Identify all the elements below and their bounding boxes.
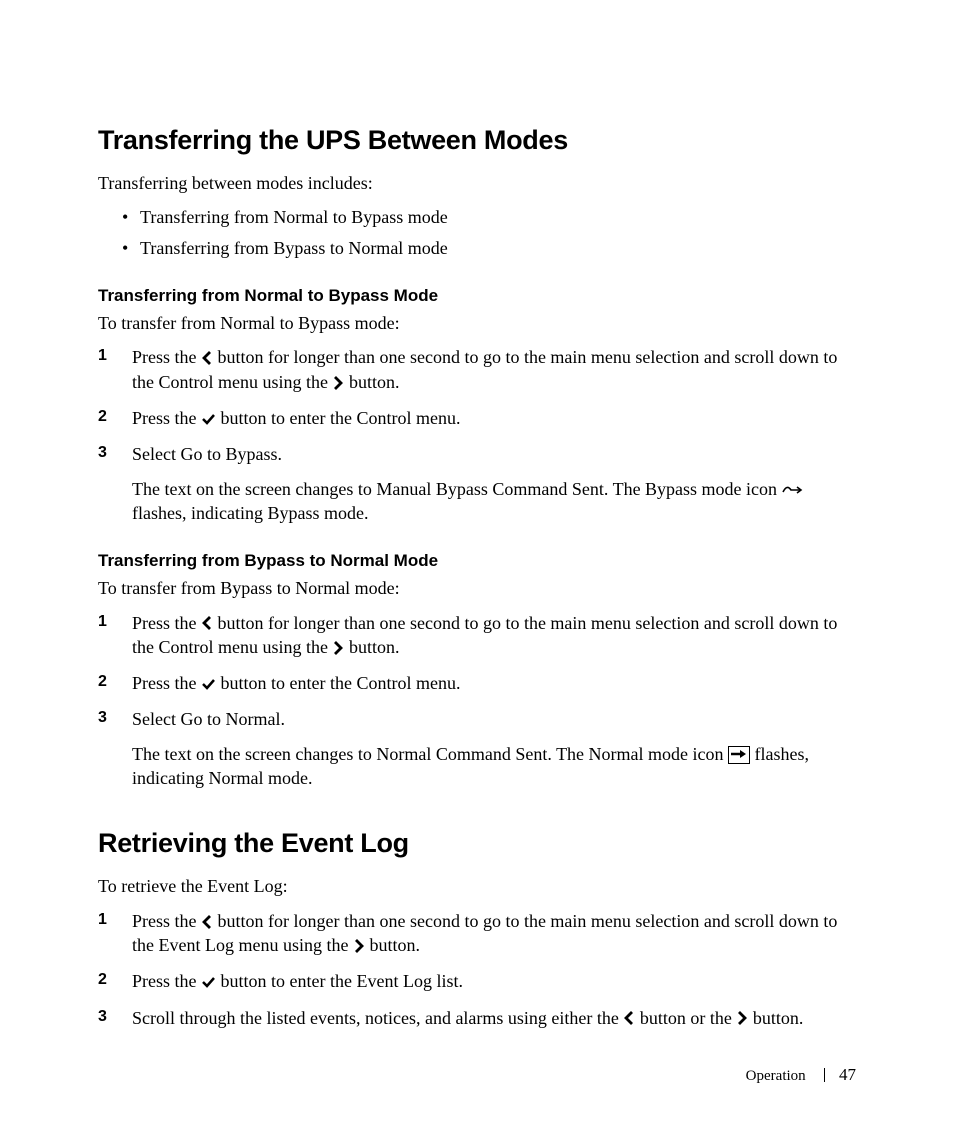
intro-transferring: Transferring between modes includes:: [98, 172, 856, 195]
step-text: Select Go to Bypass.: [132, 444, 282, 464]
footer-page-number: 47: [839, 1065, 856, 1084]
bullet-item: Transferring from Bypass to Normal mode: [140, 236, 856, 260]
left-arrow-icon: [201, 915, 213, 929]
step-item: Press the button for longer than one sec…: [98, 909, 856, 958]
heading-event-log: Retrieving the Event Log: [98, 828, 856, 859]
step-text: Press the: [132, 347, 201, 367]
step-text: button for longer than one second to go …: [132, 911, 837, 955]
heading-transferring: Transferring the UPS Between Modes: [98, 125, 856, 156]
check-icon: [201, 975, 216, 989]
page-footer: Operation 47: [746, 1065, 856, 1085]
step-text: Press the: [132, 408, 201, 428]
step-text: button.: [344, 637, 399, 657]
step-text: Scroll through the listed events, notice…: [132, 1008, 623, 1028]
step-text: The text on the screen changes to Normal…: [132, 744, 728, 764]
right-arrow-icon: [332, 641, 344, 655]
left-arrow-icon: [623, 1011, 635, 1025]
step-text: button.: [365, 935, 420, 955]
step-text: Press the: [132, 911, 201, 931]
step-item: Select Go to Bypass. The text on the scr…: [98, 442, 856, 525]
step-subtext: The text on the screen changes to Normal…: [132, 742, 856, 791]
step-text: Select Go to Normal.: [132, 709, 285, 729]
step-text: Press the: [132, 673, 201, 693]
step-text: The text on the screen changes to Manual…: [132, 479, 782, 499]
subheading-bypass-to-normal: Transferring from Bypass to Normal Mode: [98, 551, 856, 571]
step-text: button.: [748, 1008, 803, 1028]
step-text: button to enter the Control menu.: [216, 408, 460, 428]
bullet-list: Transferring from Normal to Bypass mode …: [98, 205, 856, 260]
intro-n2b: To transfer from Normal to Bypass mode:: [98, 312, 856, 335]
step-text: button for longer than one second to go …: [132, 613, 837, 657]
steps-b2n: Press the button for longer than one sec…: [98, 611, 856, 791]
step-item: Press the button to enter the Control me…: [98, 406, 856, 430]
step-text: Press the: [132, 971, 201, 991]
right-arrow-icon: [332, 376, 344, 390]
intro-b2n: To transfer from Bypass to Normal mode:: [98, 577, 856, 600]
steps-event-log: Press the button for longer than one sec…: [98, 909, 856, 1030]
bypass-mode-icon: [782, 482, 804, 496]
subheading-normal-to-bypass: Transferring from Normal to Bypass Mode: [98, 286, 856, 306]
right-arrow-icon: [353, 939, 365, 953]
step-subtext: The text on the screen changes to Manual…: [132, 477, 856, 526]
intro-event-log: To retrieve the Event Log:: [98, 875, 856, 898]
step-item: Scroll through the listed events, notice…: [98, 1006, 856, 1030]
steps-n2b: Press the button for longer than one sec…: [98, 345, 856, 525]
step-text: button or the: [635, 1008, 736, 1028]
step-text: button to enter the Control menu.: [216, 673, 460, 693]
step-text: button.: [344, 372, 399, 392]
step-text: flashes, indicating Bypass mode.: [132, 503, 368, 523]
normal-mode-icon: [728, 746, 750, 764]
check-icon: [201, 412, 216, 426]
footer-chapter: Operation: [746, 1068, 806, 1084]
step-item: Press the button for longer than one sec…: [98, 345, 856, 394]
step-item: Press the button to enter the Control me…: [98, 671, 856, 695]
left-arrow-icon: [201, 351, 213, 365]
bullet-item: Transferring from Normal to Bypass mode: [140, 205, 856, 229]
step-text: button for longer than one second to go …: [132, 347, 837, 391]
step-text: button to enter the Event Log list.: [216, 971, 463, 991]
step-item: Select Go to Normal. The text on the scr…: [98, 707, 856, 790]
step-item: Press the button for longer than one sec…: [98, 611, 856, 660]
left-arrow-icon: [201, 616, 213, 630]
step-text: Press the: [132, 613, 201, 633]
check-icon: [201, 677, 216, 691]
footer-separator: [824, 1068, 825, 1082]
right-arrow-icon: [736, 1011, 748, 1025]
step-item: Press the button to enter the Event Log …: [98, 969, 856, 993]
